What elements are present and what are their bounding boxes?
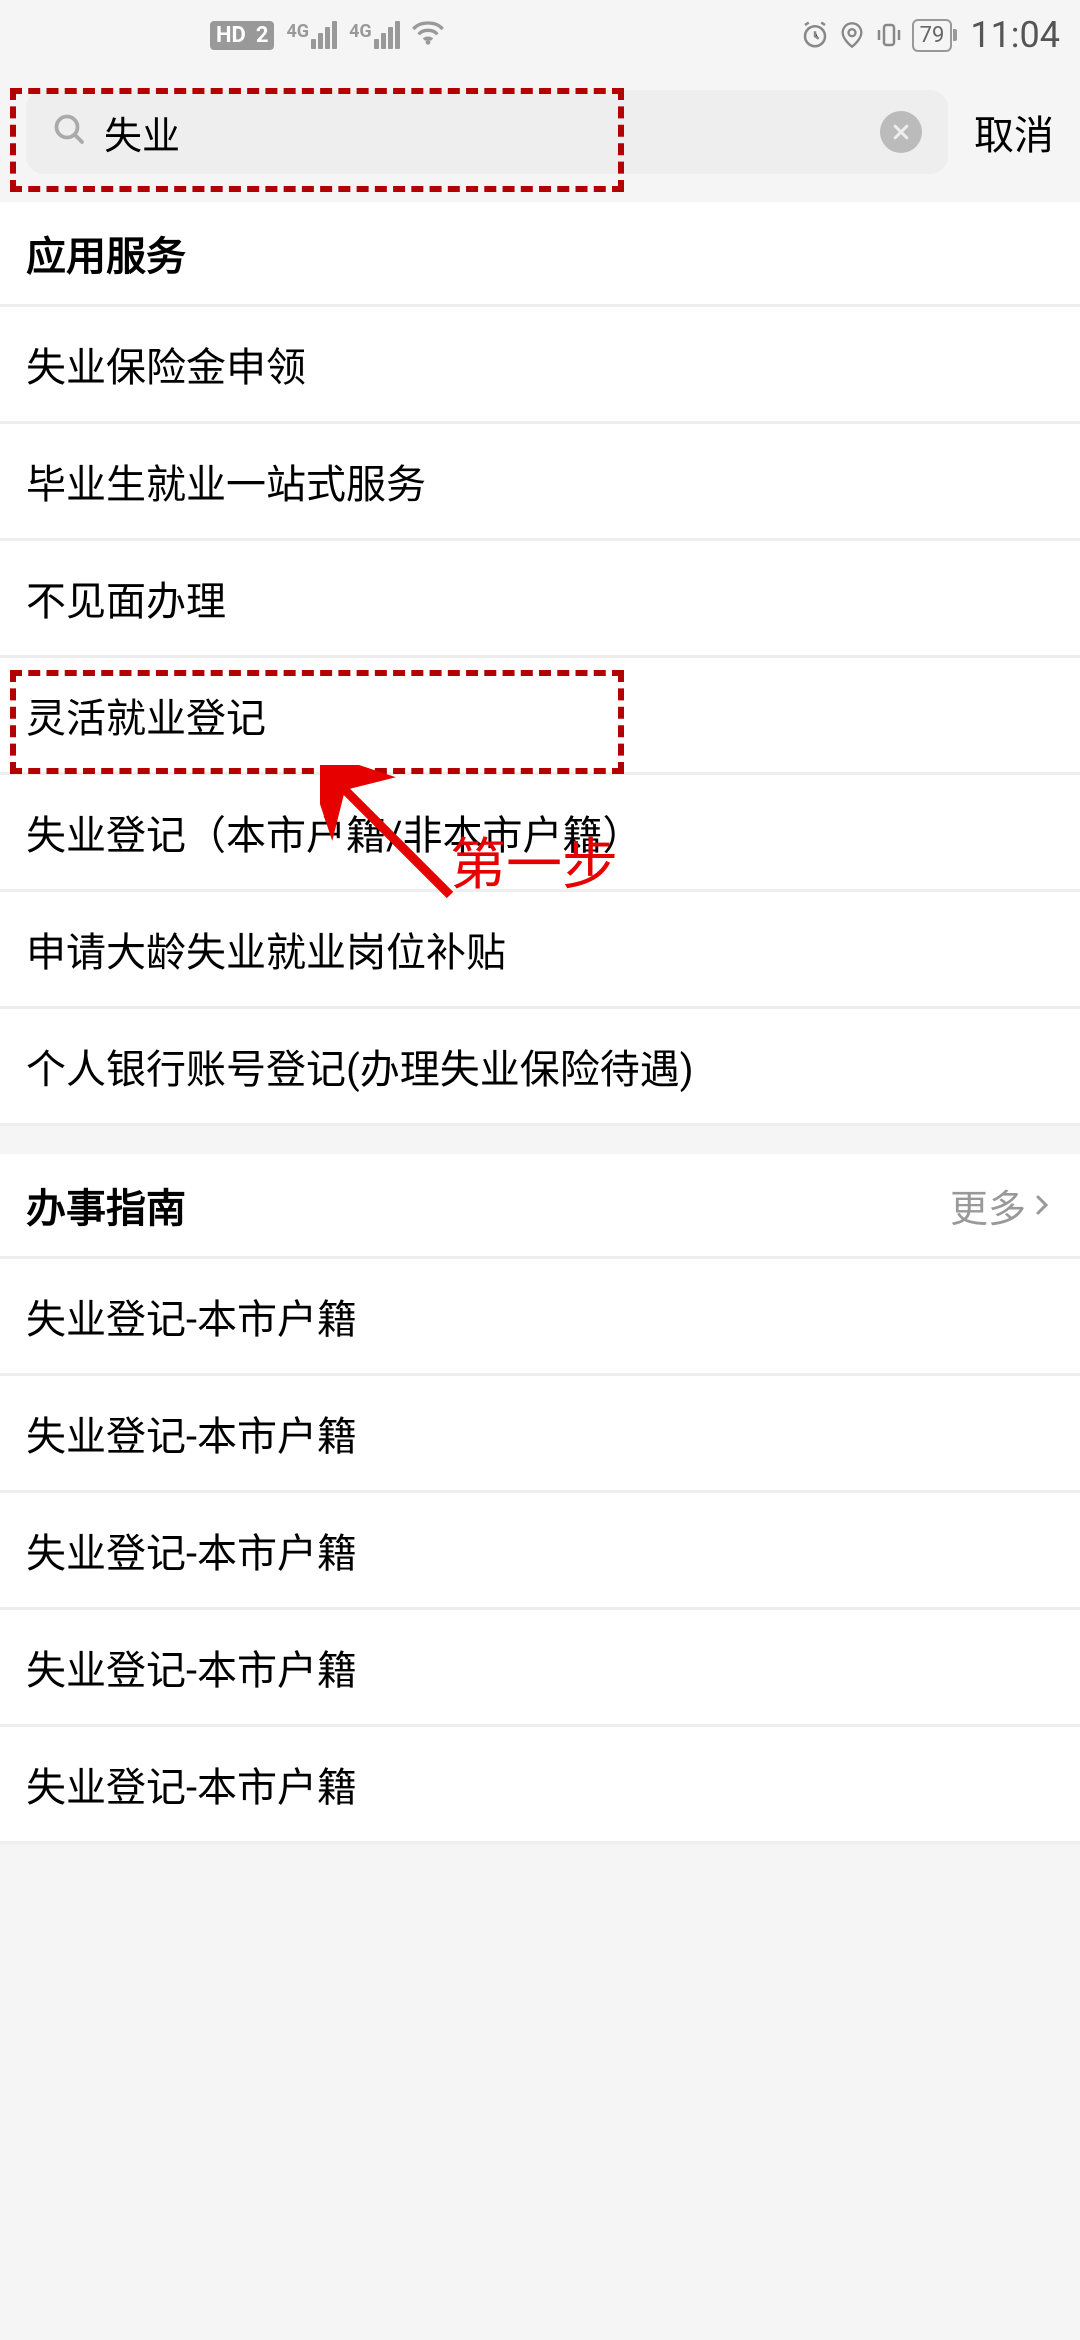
search-icon [52,112,88,152]
search-input[interactable]: 失业 [104,105,864,160]
service-item[interactable]: 失业保险金申领 [0,307,1080,424]
cancel-button[interactable]: 取消 [974,103,1054,161]
battery-indicator: 79 [912,19,953,52]
service-item-unemployment-register[interactable]: 失业登记（本市户籍/非本市户籍） [0,775,1080,892]
search-area: 失业 取消 [0,70,1080,202]
more-link[interactable]: 更多 [950,1178,1054,1233]
guide-section-title: 办事指南 [26,1176,186,1234]
guide-item[interactable]: 失业登记-本市户籍 [0,1259,1080,1376]
chevron-right-icon [1030,1189,1054,1221]
status-left: HD 2 4G 4G [210,19,444,51]
guide-section-header: 办事指南 更多 [0,1154,1080,1259]
services-section-header: 应用服务 [0,202,1080,307]
service-item[interactable]: 个人银行账号登记(办理失业保险待遇) [0,1009,1080,1126]
guide-item[interactable]: 失业登记-本市户籍 [0,1727,1080,1844]
guide-item[interactable]: 失业登记-本市户籍 [0,1376,1080,1493]
signal-indicator-1: 4G [286,21,337,49]
service-item[interactable]: 不见面办理 [0,541,1080,658]
hd-badge: HD [210,21,252,50]
vibrate-icon [874,20,904,50]
location-icon [838,20,866,50]
status-bar: HD 2 4G 4G 79 11:04 [0,0,1080,70]
guide-item[interactable]: 失业登记-本市户籍 [0,1610,1080,1727]
clear-search-button[interactable] [880,111,922,153]
status-time: 11:04 [970,14,1060,56]
service-item[interactable]: 申请大龄失业就业岗位补贴 [0,892,1080,1009]
status-right: 79 11:04 [800,14,1060,56]
service-item[interactable]: 毕业生就业一站式服务 [0,424,1080,541]
hd-badge-num: 2 [250,21,275,50]
wifi-icon [412,19,444,51]
service-item[interactable]: 灵活就业登记 [0,658,1080,775]
guide-item[interactable]: 失业登记-本市户籍 [0,1493,1080,1610]
alarm-icon [800,20,830,50]
signal-indicator-2: 4G [349,21,400,49]
search-box[interactable]: 失业 [26,90,948,174]
